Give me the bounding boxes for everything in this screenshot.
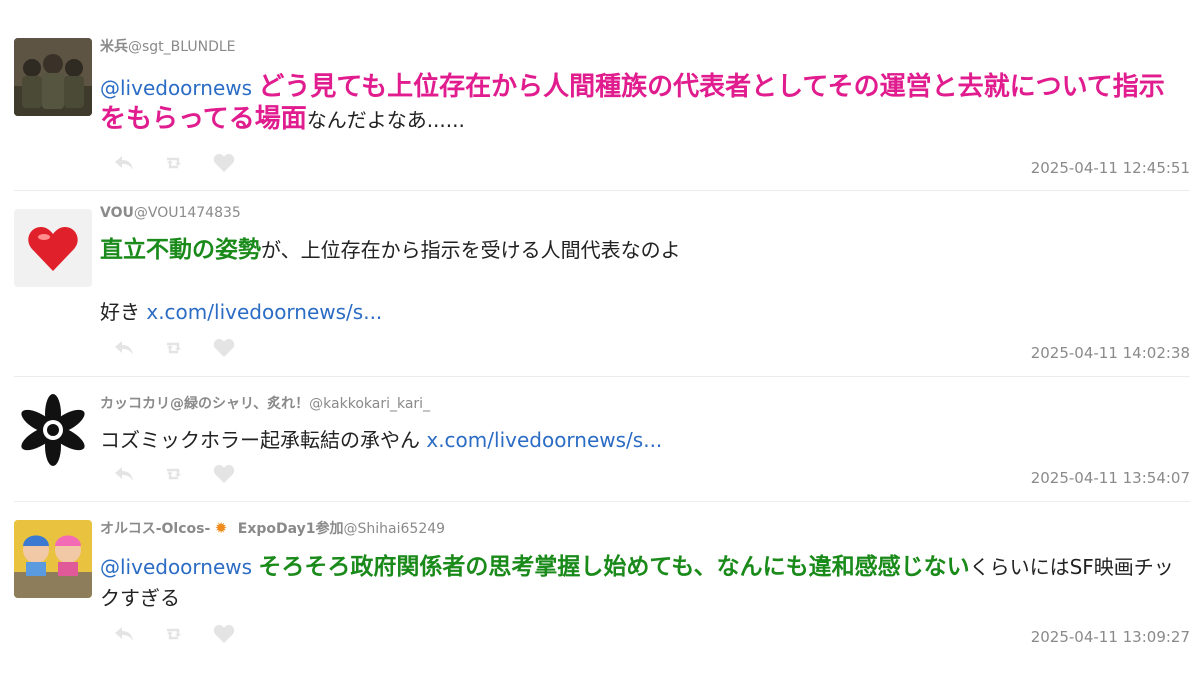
heart-icon[interactable]	[212, 623, 236, 645]
mention-link[interactable]: @livedoornews	[100, 76, 252, 100]
tweet-meta: オルコス-Olcos- ✹ ExpoDay1参加@Shihai65249	[100, 518, 445, 538]
retweet-icon[interactable]	[162, 152, 186, 174]
tweet-body: @livedoornews そろそろ政府関係者の思考掌握し始めても、なんにも違和…	[100, 552, 1190, 614]
highlighted-text: そろそろ政府関係者の思考掌握し始めても、なんにも違和感感じない	[258, 554, 970, 580]
reply-icon[interactable]	[112, 152, 136, 174]
tweet-actions	[112, 337, 236, 359]
user-handle[interactable]: @kakkokari_kari_	[309, 396, 430, 412]
tweet-meta: VOU@VOU1474835	[100, 205, 241, 221]
timestamp[interactable]: 2025-04-11 12:45:51	[1031, 159, 1190, 177]
retweet-icon[interactable]	[162, 463, 186, 485]
user-handle[interactable]: @VOU1474835	[134, 205, 241, 221]
heart-avatar-image	[14, 209, 92, 287]
heart-icon[interactable]	[212, 152, 236, 174]
body-text: が、上位存在から指示を受ける人間代表なのよ	[261, 238, 681, 262]
tweet-body: @livedoornews どう見ても上位存在から人間種族の代表者としてその運営…	[100, 72, 1190, 136]
timestamp[interactable]: 2025-04-11 13:54:07	[1031, 469, 1190, 487]
avatar[interactable]	[14, 38, 92, 116]
avatar[interactable]	[14, 391, 92, 469]
tweet-actions	[112, 463, 236, 485]
tweet-item: 米兵@sgt_BLUNDLE @livedoornews どう見ても上位存在から…	[14, 24, 1190, 191]
user-name[interactable]: VOU	[100, 205, 134, 221]
body-text: 好き	[100, 300, 140, 324]
body-text: なんだよなあ......	[306, 108, 465, 132]
mention-link[interactable]: @livedoornews	[100, 555, 252, 579]
user-name[interactable]: 米兵	[100, 39, 128, 55]
timestamp[interactable]: 2025-04-11 14:02:38	[1031, 344, 1190, 362]
avatar[interactable]	[14, 209, 92, 287]
tweet-body: 直立不動の姿勢が、上位存在から指示を受ける人間代表なのよ 好き x.com/li…	[100, 235, 1190, 328]
url-link[interactable]: x.com/livedoornews/s...	[146, 300, 382, 324]
tweet-actions	[112, 623, 236, 645]
highlighted-text: どう見ても上位存在から人間種族の代表者としてその運営と去就について指示をもらって…	[100, 72, 1165, 134]
tweet-item: カッコカリ@緑のシャリ、炙れ！@kakkokari_kari_ コズミックホラー…	[14, 377, 1190, 502]
reply-icon[interactable]	[112, 463, 136, 485]
body-text: コズミックホラー起承転結の承やん	[100, 428, 420, 452]
heart-icon[interactable]	[212, 463, 236, 485]
soldiers-avatar-image	[14, 38, 92, 116]
user-handle[interactable]: @Shihai65249	[344, 521, 446, 537]
tweet-item: オルコス-Olcos- ✹ ExpoDay1参加@Shihai65249 @li…	[14, 502, 1190, 662]
retweet-icon[interactable]	[162, 623, 186, 645]
reply-icon[interactable]	[112, 623, 136, 645]
body-line: 直立不動の姿勢が、上位存在から指示を受ける人間代表なのよ	[100, 235, 1190, 266]
highlighted-text: 直立不動の姿勢	[100, 237, 261, 263]
figures-avatar-image	[14, 520, 92, 598]
heart-icon[interactable]	[212, 337, 236, 359]
timestamp[interactable]: 2025-04-11 13:09:27	[1031, 628, 1190, 646]
tweet-meta: カッコカリ@緑のシャリ、炙れ！@kakkokari_kari_	[100, 393, 430, 413]
user-handle[interactable]: @sgt_BLUNDLE	[128, 39, 236, 55]
user-name[interactable]: オルコス-Olcos-	[100, 521, 210, 537]
reply-icon[interactable]	[112, 337, 136, 359]
tweet-item: VOU@VOU1474835 直立不動の姿勢が、上位存在から指示を受ける人間代表…	[14, 191, 1190, 377]
url-link[interactable]: x.com/livedoornews/s...	[426, 428, 662, 452]
body-line: 好き x.com/livedoornews/s...	[100, 297, 1190, 328]
retweet-icon[interactable]	[162, 337, 186, 359]
tweet-actions	[112, 152, 236, 174]
user-name[interactable]: カッコカリ@緑のシャリ、炙れ！	[100, 396, 309, 412]
avatar[interactable]	[14, 520, 92, 598]
user-name-suffix[interactable]: ExpoDay1参加	[238, 521, 344, 537]
crest-avatar-image	[14, 391, 92, 469]
tweet-meta: 米兵@sgt_BLUNDLE	[100, 36, 236, 56]
sun-icon: ✹	[214, 519, 228, 537]
tweet-body: コズミックホラー起承転結の承やん x.com/livedoornews/s...	[100, 425, 1190, 456]
